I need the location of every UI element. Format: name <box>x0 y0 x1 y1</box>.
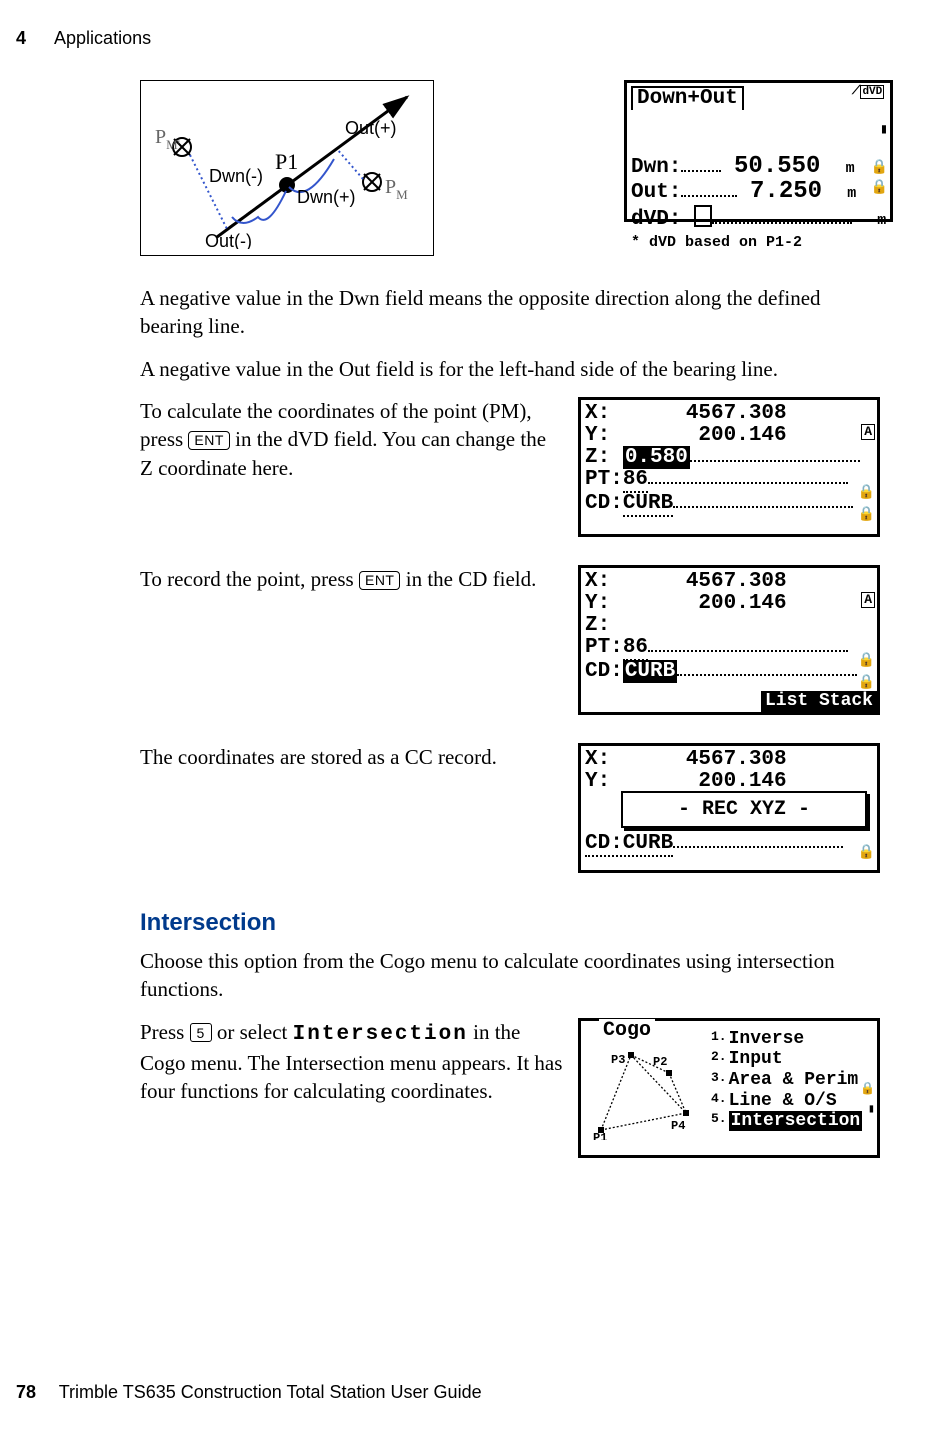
svg-text:P3: P3 <box>611 1053 625 1067</box>
svg-text:P2: P2 <box>653 1055 667 1069</box>
svg-text:P1: P1 <box>275 149 298 174</box>
lcd-rec-xyz: X: 4567.308 Y: 200.146 CD:CURB - REC XYZ… <box>578 743 880 873</box>
svg-text:PM': PM' <box>155 126 180 152</box>
svg-text:Out(-): Out(-) <box>205 231 252 249</box>
svg-text:Out(+): Out(+) <box>345 118 397 138</box>
svg-text:Dwn(-): Dwn(-) <box>209 166 263 186</box>
five-key-icon: 5 <box>190 1023 212 1042</box>
svg-text:P1: P1 <box>593 1131 607 1140</box>
lcd-rec-overlay: - REC XYZ - <box>621 791 867 828</box>
lcd-xyz-cd-selected: X: 4567.308 Y: 200.146 Z: PT:86 CD:CURB … <box>578 565 880 715</box>
page-footer: 78 Trimble TS635 Construction Total Stat… <box>16 1382 482 1403</box>
ent-key-icon: ENT <box>359 571 401 591</box>
chapter-title: Applications <box>54 28 151 48</box>
lcd-xyz-edit-z: X: 4567.308 Y: 200.146 Z: 0.580 PT:86 CD… <box>578 397 880 537</box>
svg-text:Dwn(+): Dwn(+) <box>297 187 356 207</box>
lcd-cogo-menu: Cogo P1 P2 P3 P4 1.Inverse 2.Input 3.Are… <box>578 1018 880 1158</box>
paragraph-out-negative: A negative value in the Out field is for… <box>140 355 860 383</box>
page-header: 4 Applications <box>16 28 151 49</box>
cogo-mini-diagram: P1 P2 P3 P4 <box>591 1045 701 1140</box>
lcd-down-out: Down+Out ⟋dVD Dwn: 50.550 m Out: 7.250 m… <box>624 80 893 222</box>
paragraph-intersection-intro: Choose this option from the Cogo menu to… <box>140 947 860 1004</box>
paragraph-calc-pm: To calculate the coordinates of the poin… <box>140 397 564 482</box>
paragraph-cc-record: The coordinates are stored as a CC recor… <box>140 743 564 771</box>
main-content: PM' P1 PM Out(+) Dwn(-) Dwn(+) Out(-) Do… <box>140 80 880 1186</box>
geometry-diagram: PM' P1 PM Out(+) Dwn(-) Dwn(+) Out(-) <box>140 80 434 256</box>
page-number: 78 <box>16 1382 36 1402</box>
paragraph-intersection-menu: Press 5 or select Intersection in the Co… <box>140 1018 564 1106</box>
svg-text:PM: PM <box>385 176 408 202</box>
paragraph-dwn-negative: A negative value in the Dwn field means … <box>140 284 860 341</box>
paragraph-record-point: To record the point, press ENT in the CD… <box>140 565 564 593</box>
lcd-softkeys: List Stack <box>761 691 877 712</box>
ent-key-icon: ENT <box>188 431 230 451</box>
cogo-menu-list: 1.Inverse 2.Input 3.Area & Perim 4.Line … <box>711 1029 862 1132</box>
book-title: Trimble TS635 Construction Total Station… <box>59 1382 482 1402</box>
chapter-number: 4 <box>16 28 26 48</box>
section-heading-intersection: Intersection <box>140 909 880 937</box>
svg-text:P4: P4 <box>671 1119 685 1133</box>
